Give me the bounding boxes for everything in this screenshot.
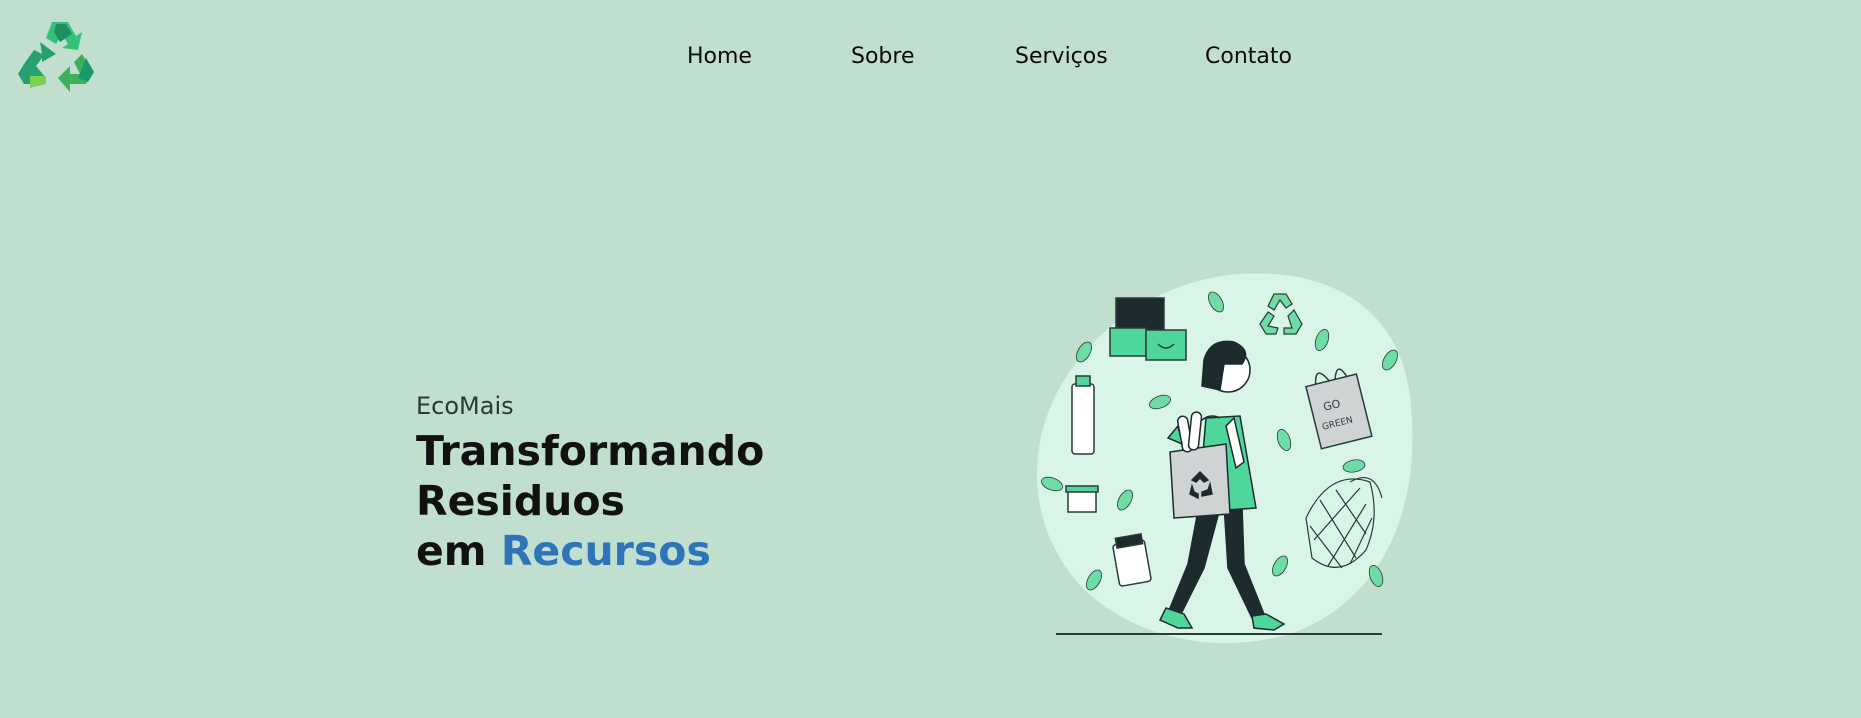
hero-headline: Transformando Residuos em Recursos: [416, 426, 976, 576]
brand-name: EcoMais: [416, 392, 514, 420]
page: Home Sobre Serviços Contato EcoMais Tran…: [0, 0, 1861, 718]
headline-line1: Transformando Residuos: [416, 427, 765, 525]
hero-illustration: GO GREEN: [1030, 268, 1430, 648]
nav-link-home[interactable]: Home: [687, 40, 752, 74]
cup-icon: [1065, 485, 1099, 513]
main-nav: Home Sobre Serviços Contato: [0, 40, 1861, 74]
bottle-icon: [1071, 375, 1095, 455]
nav-link-servicos[interactable]: Serviços: [1015, 40, 1108, 74]
headline-prefix: em: [416, 527, 487, 575]
nav-link-contato[interactable]: Contato: [1205, 40, 1292, 74]
hero-text: EcoMais Transformando Residuos em Recurs…: [416, 390, 976, 576]
headline-accent: Recursos: [500, 527, 711, 575]
nav-link-sobre[interactable]: Sobre: [851, 40, 915, 74]
